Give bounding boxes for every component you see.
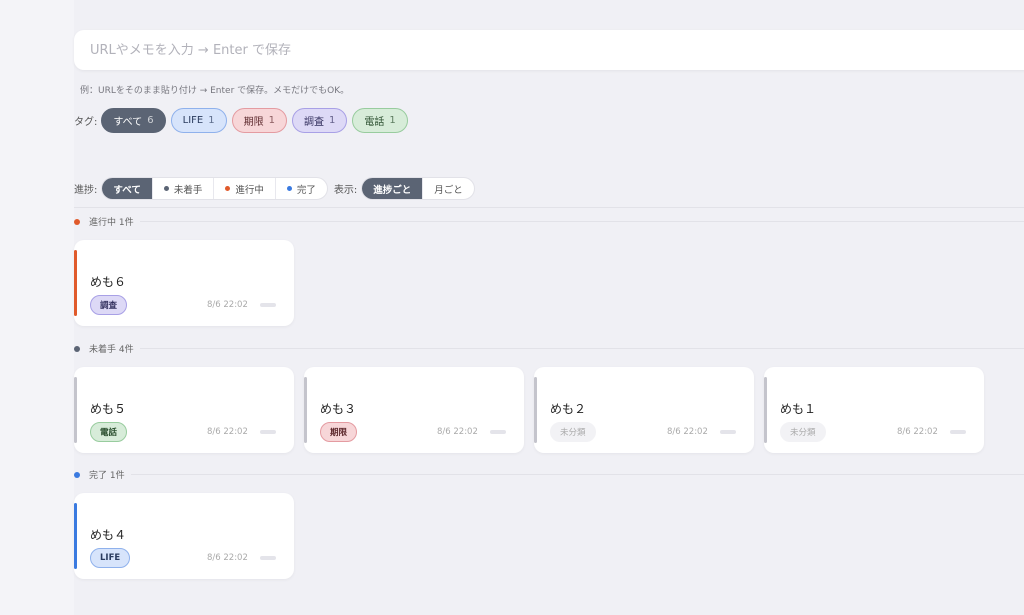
drag-handle-icon[interactable] [260, 556, 276, 560]
progress-option-not-started[interactable]: 未着手 [151, 178, 214, 199]
progress-option-done[interactable]: 完了 [274, 178, 327, 199]
view-option-by-month[interactable]: 月ごと [422, 178, 474, 199]
drag-handle-icon[interactable] [490, 430, 506, 434]
memo-card[interactable]: めも５ 電話 8/6 22:02 [74, 367, 294, 453]
progress-option-all[interactable]: すべて [102, 178, 152, 199]
tag-chip-life[interactable]: LIFE 1 [170, 108, 227, 133]
status-dot-icon [225, 186, 231, 191]
view-filter: 進捗ごと 月ごと [361, 177, 475, 200]
memo-title: めも５ [90, 402, 127, 416]
tag-chip-count: 1 [208, 115, 215, 126]
tag-chip-label: 電話 [364, 117, 385, 128]
tag-chip-research[interactable]: 調査 1 [292, 108, 348, 133]
status-bar [304, 377, 307, 443]
memo-tag[interactable]: 電話 [90, 422, 128, 442]
memo-time: 8/6 22:02 [207, 553, 248, 563]
section-header-not-started: 未着手 4件 [74, 342, 1024, 355]
status-dot-icon [74, 471, 80, 478]
tag-chip-phone[interactable]: 電話 1 [352, 108, 408, 133]
left-gutter [0, 0, 74, 615]
drag-handle-icon[interactable] [950, 430, 966, 434]
status-bar [74, 250, 77, 316]
status-bar [74, 503, 77, 569]
tag-chip-deadline[interactable]: 期限 1 [231, 108, 287, 133]
tag-chip-label: LIFE [182, 115, 204, 126]
progress-filter: すべて 未着手 進行中 完了 [101, 177, 328, 200]
memo-time: 8/6 22:02 [897, 427, 938, 437]
status-bar [534, 377, 537, 443]
memo-tag[interactable]: 未分類 [780, 422, 826, 442]
view-option-by-progress[interactable]: 進捗ごと [362, 178, 423, 199]
tag-chip-label: 期限 [243, 117, 264, 128]
memo-card[interactable]: めも６ 調査 8/6 22:02 [74, 240, 294, 326]
section-header-done: 完了 1件 [74, 468, 1024, 481]
section-line [130, 474, 1024, 475]
status-dot-icon [286, 186, 292, 191]
section-line [139, 348, 1024, 349]
tag-chip-label: 調査 [304, 117, 324, 128]
input-hint: 例：URLをそのまま貼り付け → Enter で保存。メモだけでもOK。 [80, 86, 350, 96]
memo-tag[interactable]: 調査 [90, 295, 128, 315]
tag-filter: タグ: すべて 6 LIFE 1 期限 1 調査 1 電話 1 [74, 108, 413, 133]
status-dot-icon [163, 186, 169, 191]
section-line [139, 221, 1024, 222]
memo-time: 8/6 22:02 [437, 427, 478, 437]
memo-time: 8/6 22:02 [207, 427, 248, 437]
memo-card[interactable]: めも２ 未分類 8/6 22:02 [534, 367, 754, 453]
memo-title: めも４ [90, 528, 127, 542]
section-header-in-progress: 進行中 1件 [74, 215, 1024, 228]
status-bar [764, 377, 767, 443]
progress-filter-label: 進捗: [74, 185, 98, 196]
status-dot-icon [74, 345, 80, 352]
drag-handle-icon[interactable] [260, 303, 276, 307]
tag-chip-count: 1 [389, 115, 396, 126]
status-dot-icon [74, 218, 80, 225]
memo-tag[interactable]: 期限 [320, 422, 358, 442]
memo-tag[interactable]: 未分類 [550, 422, 596, 442]
main-content: 例：URLをそのまま貼り付け → Enter で保存。メモだけでもOK。 タグ:… [74, 0, 1024, 615]
drag-handle-icon[interactable] [720, 430, 736, 434]
memo-card[interactable]: めも１ 未分類 8/6 22:02 [764, 367, 984, 453]
progress-option-in-progress[interactable]: 進行中 [213, 178, 275, 199]
memo-card[interactable]: めも４ LIFE 8/6 22:02 [74, 493, 294, 579]
tag-chip-all[interactable]: すべて 6 [101, 108, 166, 133]
memo-tag[interactable]: LIFE [90, 548, 131, 568]
memo-title: めも１ [780, 402, 817, 416]
memo-title: めも２ [550, 402, 587, 416]
filter-row: 進捗: すべて 未着手 進行中 完了 表示: 進捗ごと 月ごと [74, 177, 481, 200]
memo-input[interactable] [90, 42, 1018, 58]
status-bar [74, 377, 77, 443]
tag-chip-count: 1 [329, 115, 336, 126]
memo-time: 8/6 22:02 [667, 427, 708, 437]
tag-filter-label: タグ: [74, 117, 98, 128]
memo-title: めも３ [320, 402, 357, 416]
tag-chip-count: 6 [147, 115, 154, 126]
memo-card[interactable]: めも３ 期限 8/6 22:02 [304, 367, 524, 453]
search-bar[interactable] [74, 30, 1024, 70]
tag-chip-label: すべて [113, 117, 143, 128]
memo-time: 8/6 22:02 [207, 300, 248, 310]
memo-title: めも６ [90, 275, 127, 289]
tag-chip-count: 1 [268, 115, 275, 126]
drag-handle-icon[interactable] [260, 430, 276, 434]
filter-divider [74, 207, 1024, 208]
view-filter-label: 表示: [333, 185, 358, 196]
